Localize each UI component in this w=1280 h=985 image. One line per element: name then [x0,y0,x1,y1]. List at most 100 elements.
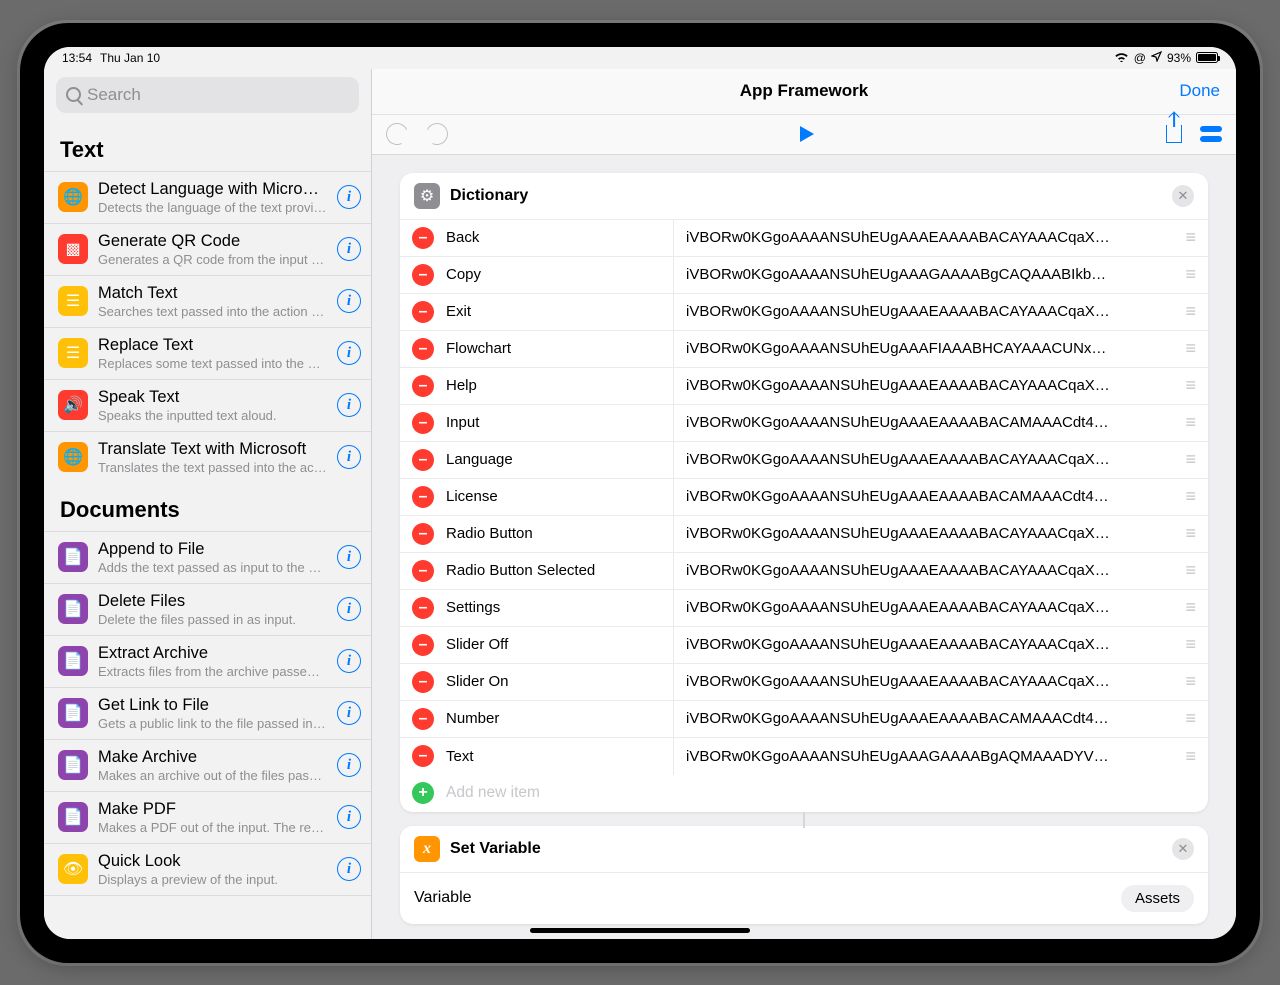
remove-row-button[interactable]: – [412,560,434,582]
remove-row-button[interactable]: – [412,412,434,434]
action-row[interactable]: 🌐Detect Language with MicrosoftDetects t… [44,171,371,223]
remove-row-button[interactable]: – [412,708,434,730]
dict-key[interactable]: Number [446,701,674,737]
dict-value[interactable]: iVBORw0KGgoAAAANSUhEUgAAAGAAAABgCAQAAABI… [674,266,1185,283]
drag-handle[interactable]: ≡ [1185,746,1194,767]
remove-row-button[interactable]: – [412,486,434,508]
info-button[interactable]: i [337,185,361,209]
shortcut-title[interactable]: App Framework [740,81,868,101]
info-button[interactable]: i [337,857,361,881]
dict-row[interactable]: –BackiVBORw0KGgoAAAANSUhEUgAAAEAAAABACAY… [400,220,1208,257]
action-row[interactable]: 🔊Speak TextSpeaks the inputted text alou… [44,379,371,431]
dict-row[interactable]: –NumberiVBORw0KGgoAAAANSUhEUgAAAEAAAABAC… [400,701,1208,738]
info-button[interactable]: i [337,597,361,621]
info-button[interactable]: i [337,545,361,569]
dict-key[interactable]: Help [446,368,674,404]
remove-row-button[interactable]: – [412,301,434,323]
run-button[interactable] [800,126,814,142]
dict-row[interactable]: –LicenseiVBORw0KGgoAAAANSUhEUgAAAEAAAABA… [400,479,1208,516]
drag-handle[interactable]: ≡ [1185,597,1194,618]
drag-handle[interactable]: ≡ [1185,227,1194,248]
dict-key[interactable]: Radio Button Selected [446,553,674,589]
drag-handle[interactable]: ≡ [1185,708,1194,729]
dict-row[interactable]: –ExitiVBORw0KGgoAAAANSUhEUgAAAEAAAABACAY… [400,294,1208,331]
remove-row-button[interactable]: – [412,523,434,545]
action-row[interactable]: 📄Make ArchiveMakes an archive out of the… [44,739,371,791]
dict-row[interactable]: –LanguageiVBORw0KGgoAAAANSUhEUgAAAEAAAAB… [400,442,1208,479]
dict-row[interactable]: –Radio ButtoniVBORw0KGgoAAAANSUhEUgAAAEA… [400,516,1208,553]
dict-row[interactable]: –Radio Button SelectediVBORw0KGgoAAAANSU… [400,553,1208,590]
share-button[interactable] [1166,125,1182,143]
remove-row-button[interactable]: – [412,671,434,693]
action-row[interactable]: 👁Quick LookDisplays a preview of the inp… [44,843,371,896]
action-row[interactable]: 📄Append to FileAdds the text passed as i… [44,531,371,583]
undo-button[interactable] [383,120,411,148]
dict-key[interactable]: Language [446,442,674,478]
drag-handle[interactable]: ≡ [1185,486,1194,507]
done-button[interactable]: Done [1179,81,1220,101]
dict-key[interactable]: Exit [446,294,674,330]
dict-row[interactable]: –FlowchartiVBORw0KGgoAAAANSUhEUgAAAFIAAA… [400,331,1208,368]
dict-value[interactable]: iVBORw0KGgoAAAANSUhEUgAAAEAAAABACAYAAACq… [674,377,1185,394]
setvar-value[interactable]: Assets [1121,885,1194,912]
action-row[interactable]: 📄Make PDFMakes a PDF out of the input. T… [44,791,371,843]
drag-handle[interactable]: ≡ [1185,301,1194,322]
dict-value[interactable]: iVBORw0KGgoAAAANSUhEUgAAAGAAAABgAQMAAADY… [674,748,1185,765]
action-row[interactable]: ☰Replace TextReplaces some text passed i… [44,327,371,379]
remove-row-button[interactable]: – [412,375,434,397]
dict-key[interactable]: License [446,479,674,515]
action-row[interactable]: 🌐Translate Text with MicrosoftTranslates… [44,431,371,483]
info-button[interactable]: i [337,805,361,829]
info-button[interactable]: i [337,445,361,469]
drag-handle[interactable]: ≡ [1185,560,1194,581]
info-button[interactable]: i [337,393,361,417]
dict-key[interactable]: Text [446,738,674,775]
dict-row[interactable]: –CopyiVBORw0KGgoAAAANSUhEUgAAAGAAAABgCAQ… [400,257,1208,294]
dict-value[interactable]: iVBORw0KGgoAAAANSUhEUgAAAEAAAABACAYAAACq… [674,599,1185,616]
dict-key[interactable]: Slider Off [446,627,674,663]
dict-value[interactable]: iVBORw0KGgoAAAANSUhEUgAAAEAAAABACAYAAACq… [674,229,1185,246]
dict-value[interactable]: iVBORw0KGgoAAAANSUhEUgAAAFIAAABHCAYAAACU… [674,340,1185,357]
delete-action-button[interactable]: ✕ [1172,838,1194,860]
remove-row-button[interactable]: – [412,745,434,767]
drag-handle[interactable]: ≡ [1185,264,1194,285]
dict-value[interactable]: iVBORw0KGgoAAAANSUhEUgAAAEAAAABACAYAAACq… [674,562,1185,579]
dict-value[interactable]: iVBORw0KGgoAAAANSUhEUgAAAEAAAABACAYAAACq… [674,303,1185,320]
add-item-label[interactable]: Add new item [446,784,540,802]
action-row[interactable]: 📄Delete FilesDelete the files passed in … [44,583,371,635]
dict-value[interactable]: iVBORw0KGgoAAAANSUhEUgAAAEAAAABACAYAAACq… [674,636,1185,653]
drag-handle[interactable]: ≡ [1185,671,1194,692]
remove-row-button[interactable]: – [412,634,434,656]
remove-row-button[interactable]: – [412,264,434,286]
drag-handle[interactable]: ≡ [1185,523,1194,544]
home-indicator[interactable] [530,928,750,933]
search-input[interactable]: Search [56,77,359,113]
canvas[interactable]: ⚙ Dictionary ✕ –BackiVBORw0KGgoAAAANSUhE… [372,155,1236,939]
action-row[interactable]: 📄Extract ArchiveExtracts files from the … [44,635,371,687]
dict-value[interactable]: iVBORw0KGgoAAAANSUhEUgAAAEAAAABACAYAAACq… [674,673,1185,690]
dict-row[interactable]: –HelpiVBORw0KGgoAAAANSUhEUgAAAEAAAABACAY… [400,368,1208,405]
dict-key[interactable]: Copy [446,257,674,293]
dict-row[interactable]: –Slider OffiVBORw0KGgoAAAANSUhEUgAAAEAAA… [400,627,1208,664]
action-row[interactable]: ☰Match TextSearches text passed into the… [44,275,371,327]
dict-value[interactable]: iVBORw0KGgoAAAANSUhEUgAAAEAAAABACAMAAACd… [674,414,1185,431]
remove-row-button[interactable]: – [412,449,434,471]
dict-value[interactable]: iVBORw0KGgoAAAANSUhEUgAAAEAAAABACAYAAACq… [674,525,1185,542]
info-button[interactable]: i [337,341,361,365]
remove-row-button[interactable]: – [412,597,434,619]
dict-key[interactable]: Input [446,405,674,441]
info-button[interactable]: i [337,753,361,777]
dict-row[interactable]: –TextiVBORw0KGgoAAAANSUhEUgAAAGAAAABgAQM… [400,738,1208,775]
action-row[interactable]: ▩Generate QR CodeGenerates a QR code fro… [44,223,371,275]
dict-value[interactable]: iVBORw0KGgoAAAANSUhEUgAAAEAAAABACAMAAACd… [674,710,1185,727]
dict-value[interactable]: iVBORw0KGgoAAAANSUhEUgAAAEAAAABACAYAAACq… [674,451,1185,468]
drag-handle[interactable]: ≡ [1185,375,1194,396]
dict-key[interactable]: Back [446,220,674,256]
info-button[interactable]: i [337,289,361,313]
dict-key[interactable]: Settings [446,590,674,626]
action-row[interactable]: 📄Get Link to FileGets a public link to t… [44,687,371,739]
settings-button[interactable] [1200,126,1222,142]
dict-value[interactable]: iVBORw0KGgoAAAANSUhEUgAAAEAAAABACAMAAACd… [674,488,1185,505]
dict-key[interactable]: Radio Button [446,516,674,552]
drag-handle[interactable]: ≡ [1185,634,1194,655]
